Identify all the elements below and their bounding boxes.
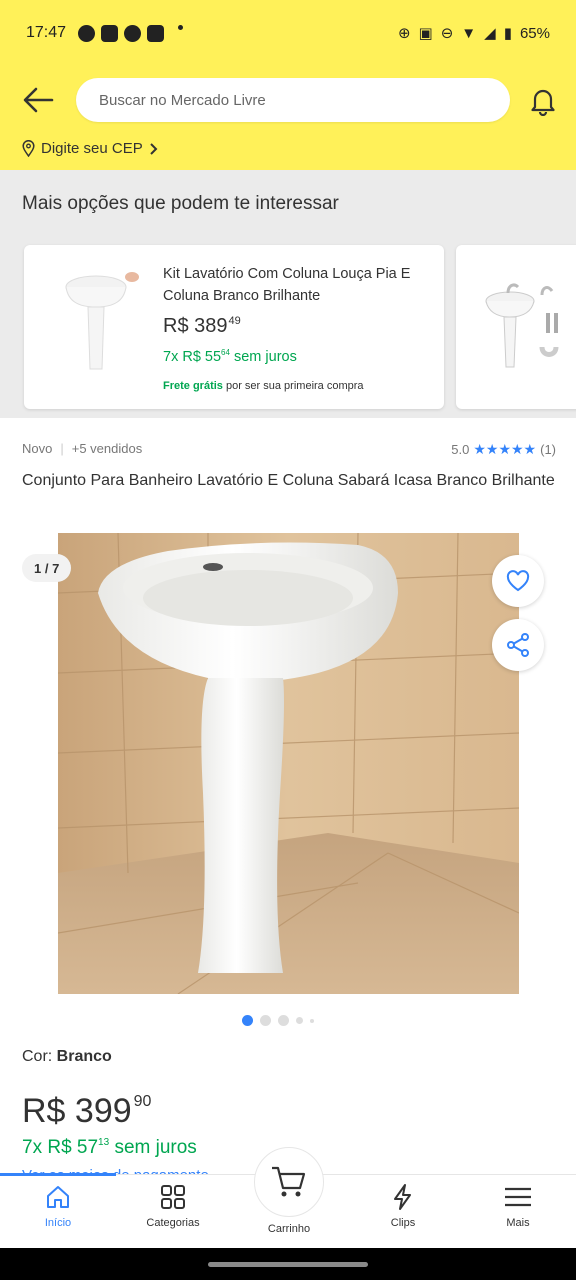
nav-clips[interactable]: Clips (353, 1183, 453, 1229)
nav-label: Carrinho (267, 1223, 311, 1235)
nav-more[interactable]: Mais (468, 1183, 568, 1229)
color-label: Cor: (22, 1048, 57, 1065)
rating-summary[interactable]: 5.0 ★★★★★ (1) (451, 441, 556, 458)
cart-icon (272, 1166, 306, 1197)
shipping-reason: por ser sua primeira compra (222, 380, 364, 392)
menu-icon (505, 1187, 531, 1207)
cep-label: Digite seu CEP (41, 140, 143, 157)
dnd-icon: ⊖ (440, 25, 454, 42)
nav-label: Categorias (146, 1217, 200, 1229)
more-options-section: Mais opções que podem te interessar Kit … (0, 170, 576, 418)
card-price: R$ 38949 (163, 315, 241, 338)
rating-value: 5.0 (451, 442, 470, 457)
nav-categories[interactable]: Categorias (123, 1183, 223, 1229)
bolt-icon (394, 1184, 411, 1210)
wifi-icon: ▼ (461, 24, 477, 42)
favorite-button[interactable] (492, 555, 544, 607)
arrow-left-icon (23, 87, 54, 113)
product-detail: Novo | +5 vendidos 5.0 ★★★★★ (1) Conjunt… (0, 418, 576, 1176)
product-installments: 7x R$ 5713 sem juros (22, 1137, 197, 1159)
status-bar: 17:47 ⊕ ▣ ⊖ ▼ ◢ ▮ 65% (0, 0, 576, 66)
installments-cents: 13 (98, 1137, 110, 1148)
installments-suffix: sem juros (109, 1137, 197, 1158)
home-icon (47, 1186, 69, 1208)
pagination-dot[interactable] (310, 1018, 314, 1023)
grid-icon (161, 1185, 185, 1209)
pagination-dot[interactable] (260, 1015, 271, 1026)
price-int: R$ 399 (22, 1092, 132, 1130)
bottom-navigation: Início Categorias Carrinho Clips Mais (0, 1147, 576, 1248)
rating-count: (1) (540, 442, 556, 457)
product-image[interactable] (58, 533, 519, 994)
back-button[interactable] (20, 82, 56, 118)
section-title: Mais opções que podem te interessar (22, 193, 339, 214)
cep-selector[interactable]: Digite seu CEP (22, 140, 159, 157)
carousel-pagination[interactable] (242, 1015, 314, 1026)
installments-prefix: 7x R$ 57 (22, 1137, 99, 1158)
condition-label: Novo (22, 441, 53, 456)
heart-icon (506, 570, 530, 592)
image-counter: 1 / 7 (22, 554, 72, 582)
free-shipping-label: Frete grátis (163, 380, 223, 392)
card-installments-cents: 64 (221, 348, 230, 357)
product-price: R$ 399 90 (22, 1092, 151, 1131)
card-price-cents: 49 (228, 315, 241, 327)
signal-icon: ◢ (484, 25, 496, 42)
product-meta: Novo | +5 vendidos (22, 441, 142, 456)
search-input[interactable]: Buscar no Mercado Livre (76, 78, 510, 122)
meta-divider: | (60, 441, 64, 456)
color-value: Branco (56, 1048, 112, 1065)
active-tab-indicator (0, 1173, 116, 1176)
product-title: Conjunto Para Banheiro Lavatório E Colun… (22, 472, 555, 489)
app-notification-icon (147, 24, 165, 42)
system-navigation-bar (0, 1248, 576, 1280)
pagination-dot[interactable] (242, 1015, 253, 1026)
nav-label: Início (44, 1217, 72, 1229)
share-icon (507, 633, 529, 657)
pagination-dot[interactable] (278, 1015, 289, 1026)
notifications-button[interactable] (524, 82, 562, 120)
pagination-dot[interactable] (296, 1017, 303, 1024)
recommendation-card[interactable]: Kit Lavatório Com Coluna Louça Pia E Col… (24, 245, 444, 409)
card-shipping: Frete grátis por ser sua primeira compra (163, 380, 364, 392)
share-button[interactable] (492, 619, 544, 671)
more-notifications-dot-icon (178, 24, 184, 30)
sold-count: +5 vendidos (71, 441, 143, 456)
rating-stars-icon: ★★★★★ (473, 441, 537, 457)
battery-percent: 65% (519, 24, 550, 42)
nav-cart[interactable] (254, 1147, 324, 1217)
status-time: 17:47 (26, 24, 67, 41)
product-thumbnail (485, 283, 559, 368)
card-installments-prefix: 7x R$ 55 (163, 349, 222, 365)
nav-label: Clips (390, 1217, 416, 1229)
nav-home[interactable]: Início (8, 1183, 108, 1229)
card-title: Kit Lavatório Com Coluna Louça Pia E Col… (163, 266, 411, 304)
color-variant: Cor: Branco (22, 1048, 112, 1066)
app-notification-icon (101, 24, 119, 42)
add-circle-icon: ⊕ (397, 25, 411, 42)
bell-icon (531, 89, 555, 116)
header: Buscar no Mercado Livre Digite seu CEP (0, 66, 576, 170)
product-photo (58, 533, 519, 994)
battery-icon: ▮ (503, 25, 512, 42)
card-installments: 7x R$ 5564 sem juros (163, 348, 297, 365)
chevron-right-icon (150, 142, 158, 155)
card-installments-suffix: sem juros (229, 349, 297, 365)
recommendation-card[interactable] (456, 245, 576, 409)
price-cents: 90 (133, 1093, 152, 1110)
messenger-icon (78, 24, 96, 42)
nfc-icon: ▣ (418, 25, 433, 42)
search-placeholder: Buscar no Mercado Livre (99, 91, 266, 109)
card-price-int: R$ 389 (163, 315, 228, 337)
location-pin-icon (22, 140, 35, 157)
app-notification-icon (124, 24, 142, 42)
product-thumbnail (65, 272, 139, 370)
nav-label: Mais (506, 1217, 530, 1229)
home-gesture-handle[interactable] (208, 1262, 368, 1267)
